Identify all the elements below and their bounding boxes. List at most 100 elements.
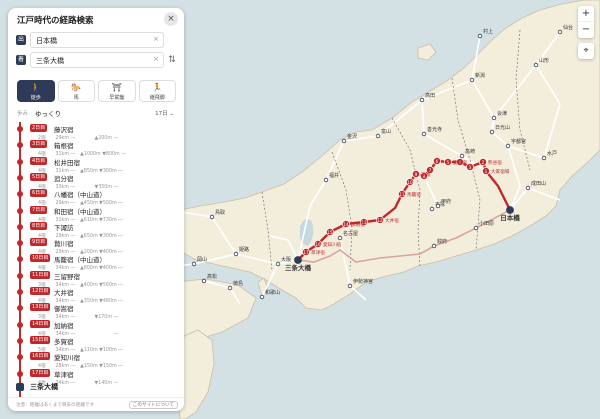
city-dot bbox=[421, 131, 427, 137]
city-dot bbox=[491, 115, 497, 121]
station-number: 2 bbox=[482, 160, 485, 165]
mode-messenger-tab[interactable]: 🏃 継飛脚 bbox=[138, 80, 176, 102]
stage-dot-icon bbox=[17, 337, 23, 344]
stage-dot-icon bbox=[17, 256, 23, 263]
city-dot bbox=[323, 177, 329, 183]
stage-station-name: 愛知川宿 bbox=[54, 354, 80, 363]
city-dot bbox=[233, 251, 239, 257]
mode-label: 徒歩 bbox=[30, 95, 41, 101]
city-dot bbox=[191, 261, 197, 267]
city-dot bbox=[469, 77, 475, 83]
destination-value: 三条大橋 bbox=[36, 57, 64, 65]
stage-station-name: 下諏訪 bbox=[54, 223, 74, 232]
city-dot bbox=[209, 214, 215, 220]
pace-select[interactable]: 歩み ゆっくり 17日 ⌄ bbox=[17, 108, 176, 118]
stage-day-badge: 15日目 bbox=[30, 335, 51, 344]
panel-header: 江戸時代の経路検索 × bbox=[8, 8, 184, 30]
city-name: 日光山 bbox=[495, 124, 510, 131]
station-number: 12 bbox=[377, 218, 383, 223]
stage-station-name: 三留野宿 bbox=[54, 272, 80, 281]
city-dot bbox=[557, 29, 563, 35]
horse-icon: 🐎 bbox=[71, 83, 82, 92]
stage-day-badge: 9日目 bbox=[30, 238, 48, 247]
station-number: 1 bbox=[485, 169, 488, 174]
city-name: 日本橋 bbox=[500, 213, 520, 222]
city-name: 村上 bbox=[483, 28, 493, 35]
station-number: 16 bbox=[315, 242, 321, 247]
origin-input[interactable]: 日本橋 × bbox=[30, 32, 164, 48]
stage-station-name: 加納宿 bbox=[54, 321, 74, 330]
origin-value: 日本橋 bbox=[36, 37, 57, 45]
pace-value: ゆっくり bbox=[35, 110, 61, 118]
station-name: 馬籠宿 bbox=[407, 191, 421, 198]
mode-walk-tab[interactable]: 🚶 徒歩 bbox=[17, 80, 55, 102]
stage-dot-icon bbox=[17, 158, 23, 165]
city-name: 小田原 bbox=[479, 220, 494, 227]
city-name: 富山 bbox=[381, 128, 391, 135]
city-name: 和歌山 bbox=[265, 289, 280, 296]
destination-clear-icon[interactable]: × bbox=[153, 55, 159, 63]
station-number: 11 bbox=[399, 192, 405, 197]
city-dot bbox=[375, 133, 381, 139]
city-name: 宇都宮 bbox=[511, 138, 526, 145]
station-number: 10 bbox=[407, 180, 413, 185]
origin-clear-icon[interactable]: × bbox=[153, 35, 159, 43]
station-name: 愛知川宿 bbox=[323, 241, 342, 248]
close-button[interactable]: × bbox=[164, 12, 178, 26]
city-dot bbox=[337, 235, 343, 241]
city-name: 山形 bbox=[539, 57, 549, 64]
city-name: 成田山 bbox=[531, 180, 546, 187]
city-name: 金沢 bbox=[347, 133, 357, 140]
stage-dot-icon bbox=[17, 370, 23, 377]
mode-label: 継飛脚 bbox=[149, 95, 165, 101]
mode-horse-tab[interactable]: 🐎 馬 bbox=[57, 80, 95, 102]
station-number: 9 bbox=[415, 172, 418, 177]
post-station-marker[interactable]: 10 bbox=[406, 178, 414, 186]
station-name: 下諏 bbox=[421, 171, 431, 178]
station-number: 5 bbox=[447, 160, 450, 165]
city-name: 名古屋 bbox=[343, 230, 358, 237]
station-name: 草津宿 bbox=[311, 249, 325, 256]
city-name: 新潟 bbox=[475, 72, 485, 79]
station-name: 大井宿 bbox=[385, 217, 399, 224]
post-station-marker[interactable]: 15 bbox=[326, 228, 334, 236]
stage-day-badge: 8日目 bbox=[30, 221, 48, 230]
about-site-button[interactable]: このサイトについて bbox=[128, 401, 178, 409]
city-name: 鳥取 bbox=[215, 209, 225, 216]
stage-station-name: 箱根宿 bbox=[54, 142, 74, 151]
mode-palanquin-tab[interactable]: ⛩ 早駕籠 bbox=[98, 80, 136, 102]
stage-day-badge: 5日目 bbox=[30, 172, 48, 181]
swap-icon[interactable]: ⇅ bbox=[166, 48, 178, 72]
city-dot bbox=[201, 278, 207, 284]
stage-day-badge: 10日目 bbox=[30, 254, 51, 263]
destination-end-icon bbox=[16, 383, 24, 391]
city-name: 甲府 bbox=[441, 198, 451, 205]
stage-day-badge: 17日目 bbox=[30, 368, 51, 377]
stage-dot-icon bbox=[17, 207, 23, 214]
stage-station-name: 追分宿 bbox=[54, 174, 74, 183]
stage-day-badge: 2日目 bbox=[30, 124, 48, 132]
stage-station-name: 草津宿 bbox=[54, 370, 74, 379]
post-station-marker[interactable]: 6 bbox=[433, 157, 441, 165]
city-name: 駿府 bbox=[437, 238, 447, 245]
destination-input[interactable]: 三条大橋 × bbox=[30, 52, 164, 68]
city-dot bbox=[473, 225, 479, 231]
stage-day-badge: 3日目 bbox=[30, 140, 48, 149]
itinerary-timeline[interactable]: 2日目 藤沢宿 2宿 29km ― ▲200m ― 3日目 箱根宿 4宿 31km ― ▲… bbox=[8, 122, 184, 398]
city-dot bbox=[419, 97, 425, 103]
zoom-out-button[interactable]: − bbox=[578, 22, 594, 38]
station-number: 3 bbox=[469, 165, 472, 170]
station-number: 15 bbox=[327, 230, 333, 235]
city-dot bbox=[259, 294, 265, 300]
station-name: 妻籠宿 bbox=[453, 159, 467, 166]
city-dot bbox=[294, 256, 302, 264]
post-station-marker[interactable]: 3 bbox=[466, 163, 474, 171]
city-name: 仙台 bbox=[563, 24, 573, 31]
locate-button[interactable]: ⌖ bbox=[578, 43, 594, 59]
total-days: 17日 ⌄ bbox=[155, 111, 174, 117]
city-name: 姫路 bbox=[239, 246, 249, 253]
zoom-in-button[interactable]: + bbox=[578, 6, 594, 22]
city-dot bbox=[275, 261, 281, 267]
station-name: 熊谷宿 bbox=[488, 159, 502, 166]
destination-end-name: 三条大橋 bbox=[30, 383, 58, 391]
